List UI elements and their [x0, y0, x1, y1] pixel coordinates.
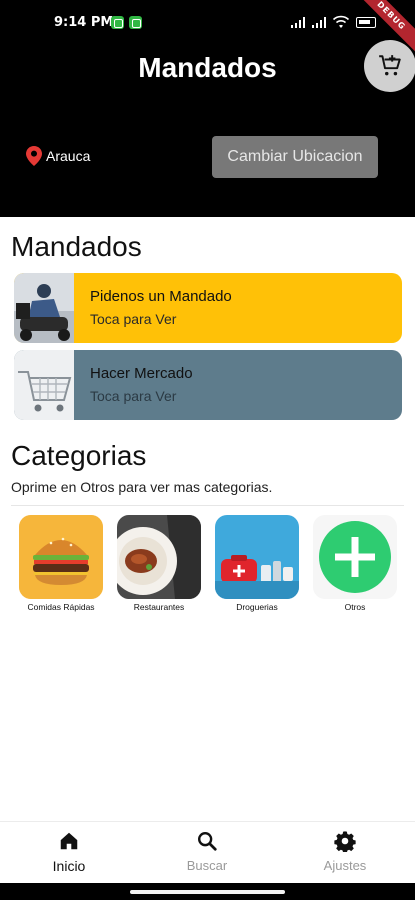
- home-icon: [60, 832, 78, 850]
- gear-icon: [334, 831, 356, 852]
- signal-icon: [312, 17, 326, 28]
- category-thumb: [117, 515, 201, 599]
- location-label: Arauca: [46, 148, 91, 164]
- cart-button[interactable]: [364, 40, 415, 92]
- category-label: Restaurantes: [133, 602, 185, 612]
- battery-icon: [356, 17, 376, 28]
- nav-label: Ajustes: [323, 858, 367, 873]
- category-restaurantes[interactable]: Restaurantes: [117, 515, 201, 612]
- categorias-hint: Oprime en Otros para ver mas categorias.: [11, 479, 273, 495]
- plus-icon: [319, 521, 391, 593]
- system-navigation-bar: [0, 883, 415, 900]
- shopping-cart-image: [14, 350, 74, 420]
- mandado-card-mercado[interactable]: Hacer Mercado Toca para Ver: [14, 350, 402, 420]
- courier-motorbike-image: [14, 273, 74, 343]
- mandado-card-pidenos[interactable]: Pidenos un Mandado Toca para Ver: [14, 273, 402, 343]
- nav-item-ajustes[interactable]: Ajustes: [295, 830, 395, 873]
- bottom-navigation: Inicio Buscar Ajustes: [0, 821, 415, 883]
- category-label: Droguerias: [236, 602, 278, 612]
- category-label: Otros: [344, 602, 366, 612]
- cart-icon: [379, 55, 401, 76]
- status-bar: 9:14 PM: [0, 0, 415, 46]
- signal-icon: [291, 17, 305, 28]
- category-thumb: [19, 515, 103, 599]
- status-time: 9:14 PM: [54, 15, 114, 30]
- change-location-button[interactable]: Cambiar Ubicacion: [212, 136, 378, 178]
- mandados-section-title: Mandados: [11, 231, 142, 262]
- nav-label: Inicio: [52, 858, 86, 874]
- card-subtitle: Toca para Ver: [90, 388, 177, 404]
- first-aid-kit-image: [215, 515, 299, 599]
- nav-label: Buscar: [186, 858, 228, 873]
- nav-item-inicio[interactable]: Inicio: [19, 830, 119, 874]
- categorias-section-title: Categorias: [11, 440, 147, 471]
- burger-image: [19, 515, 103, 599]
- card-subtitle: Toca para Ver: [90, 311, 177, 327]
- category-otros[interactable]: Otros: [313, 515, 397, 612]
- category-comidas-rapidas[interactable]: Comidas Rápidas: [19, 515, 103, 612]
- current-location: Arauca: [26, 146, 90, 166]
- notification-icon: [129, 16, 142, 29]
- divider: [11, 505, 404, 506]
- card-title: Hacer Mercado: [90, 365, 193, 382]
- category-label: Comidas Rápidas: [27, 602, 95, 612]
- card-title: Pidenos un Mandado: [90, 288, 232, 305]
- notification-icon: [111, 16, 124, 29]
- app-header: 9:14 PM DEBUG Mandados Arauca Cambiar Ub…: [0, 0, 415, 217]
- wifi-icon: [332, 15, 350, 28]
- category-thumb: [313, 515, 397, 599]
- location-pin-icon: [26, 146, 42, 166]
- nav-item-buscar[interactable]: Buscar: [157, 830, 257, 873]
- search-icon: [198, 832, 217, 851]
- category-thumb: [215, 515, 299, 599]
- home-indicator[interactable]: [130, 890, 285, 894]
- category-droguerias[interactable]: Droguerias: [215, 515, 299, 612]
- page-title: Mandados: [138, 52, 277, 83]
- restaurant-dish-image: [117, 515, 201, 599]
